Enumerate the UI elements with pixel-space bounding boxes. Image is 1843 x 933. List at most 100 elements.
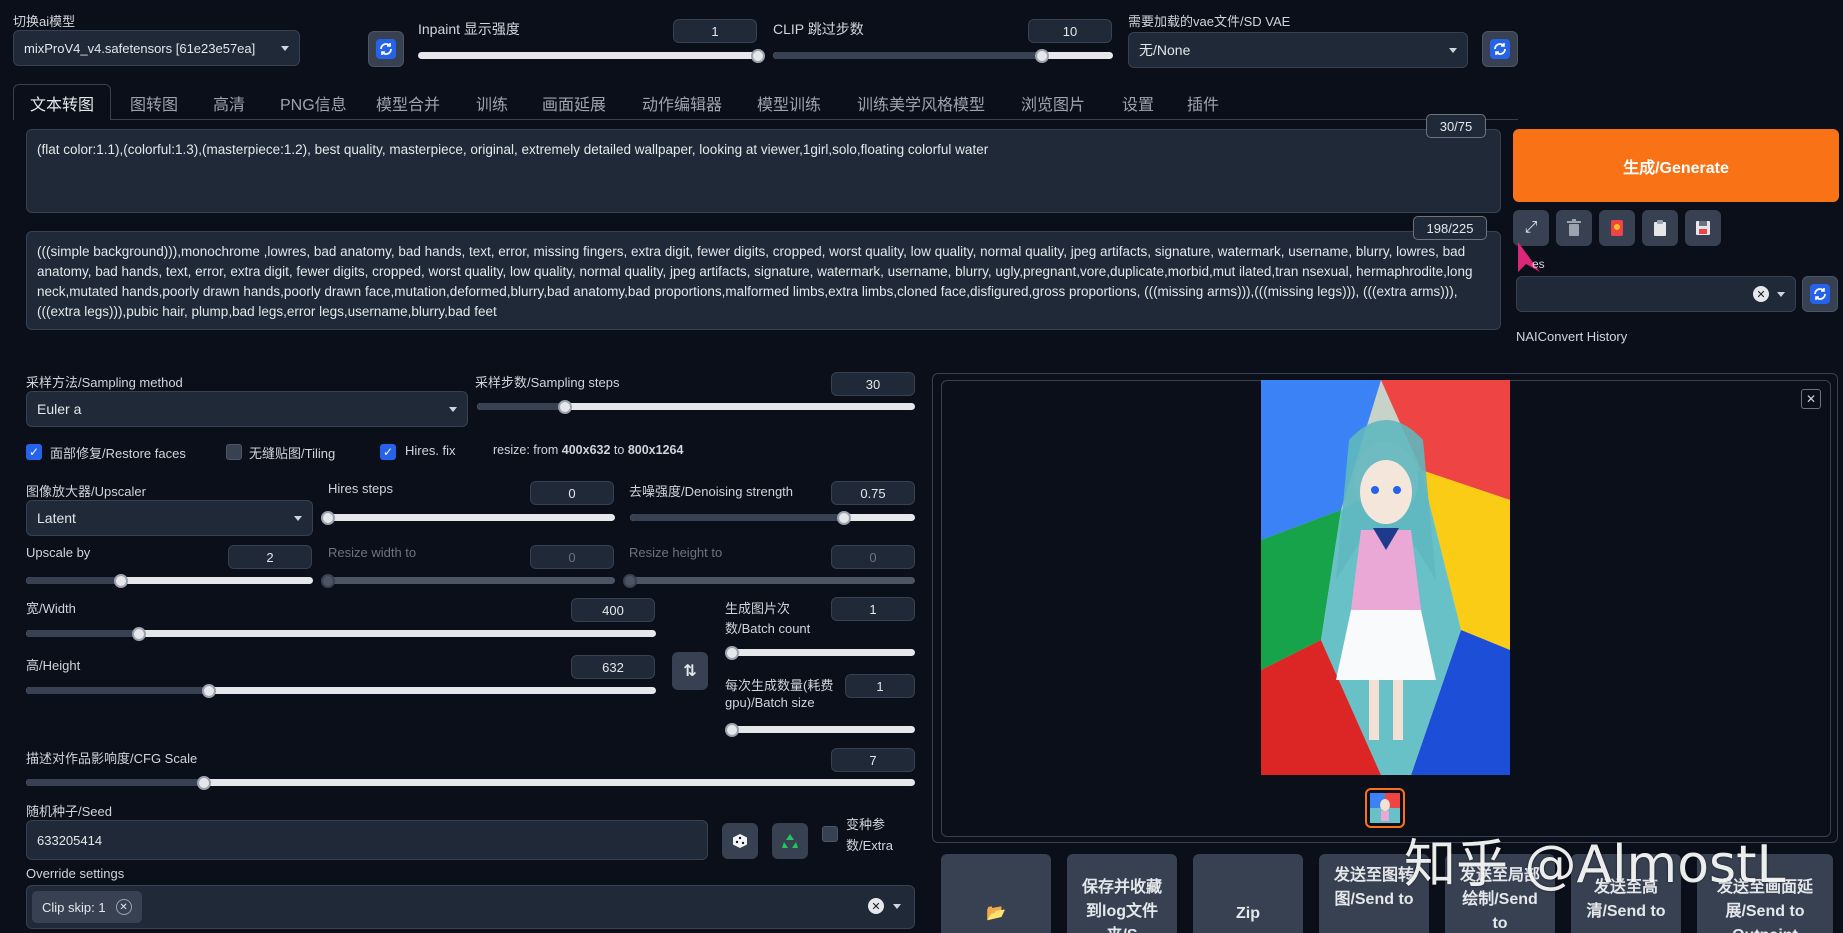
watermark: 知乎 @AlmostL — [1404, 835, 1786, 895]
hires-steps-value[interactable]: 0 — [530, 481, 614, 505]
inpaint-slider[interactable] — [418, 48, 765, 63]
tab-pose-editor[interactable]: 动作编辑器 — [642, 86, 722, 120]
tab-settings[interactable]: 设置 — [1122, 86, 1154, 120]
slider-knob[interactable] — [321, 573, 335, 588]
prompt-input[interactable]: (flat color:1.1),(colorful:1.3),(masterp… — [26, 129, 1501, 213]
slider-knob[interactable] — [196, 775, 211, 790]
slider-knob[interactable] — [132, 626, 147, 641]
restore-faces-checkbox[interactable]: ✓ — [26, 444, 42, 460]
batch-count-slider[interactable] — [725, 645, 915, 660]
extra-seed-checkbox[interactable] — [822, 826, 838, 842]
batch-size-label-2: gpu)/Batch size — [725, 695, 815, 710]
width-value[interactable]: 400 — [571, 598, 655, 622]
styles-select[interactable]: ✕ — [1516, 276, 1796, 312]
generated-image[interactable] — [1261, 380, 1510, 775]
height-slider[interactable] — [26, 683, 656, 698]
dice-icon — [733, 834, 747, 848]
slider-knob[interactable] — [113, 573, 128, 588]
upscaler-select[interactable]: Latent — [26, 500, 313, 536]
save-button[interactable]: 保存并收藏到log文件夹/S — [1067, 854, 1177, 933]
tab-extensions[interactable]: 插件 — [1187, 86, 1219, 120]
slider-knob[interactable] — [725, 645, 739, 660]
clear-prompt-button[interactable] — [1556, 210, 1592, 246]
refresh-model-button[interactable] — [368, 31, 404, 67]
slider-knob[interactable] — [321, 510, 335, 525]
open-folder-button[interactable]: 📂 — [941, 854, 1051, 933]
slider-knob[interactable] — [623, 573, 637, 588]
random-seed-button[interactable] — [722, 823, 758, 859]
cfg-scale-slider[interactable] — [26, 775, 915, 790]
override-settings-select[interactable] — [26, 885, 915, 929]
negative-prompt-input[interactable]: (((simple background))),monochrome ,lowr… — [26, 231, 1501, 330]
refresh-styles-button[interactable] — [1802, 276, 1838, 312]
slider-knob[interactable] — [1034, 48, 1049, 63]
tab-extras[interactable]: 高清 — [213, 86, 245, 120]
resize-width-label: Resize width to — [328, 545, 417, 560]
denoising-slider[interactable] — [630, 510, 915, 525]
tab-model-training[interactable]: 模型训练 — [757, 86, 821, 120]
clear-icon[interactable]: ✕ — [1753, 286, 1769, 302]
override-chip[interactable]: Clip skip: 1 ✕ — [32, 891, 142, 923]
model-select[interactable]: mixProV4_v4.safetensors [61e23e57ea] — [13, 30, 300, 66]
sampling-method-select[interactable]: Euler a — [26, 391, 468, 427]
upscale-by-slider[interactable] — [26, 573, 313, 588]
batch-count-value[interactable]: 1 — [831, 597, 915, 621]
tab-img2img[interactable]: 图转图 — [130, 86, 178, 120]
clear-override-icon[interactable]: ✕ — [868, 898, 884, 914]
tab-png-info[interactable]: PNG信息 — [280, 86, 347, 120]
tiling-checkbox[interactable] — [226, 444, 242, 460]
vae-select[interactable]: 无/None — [1128, 32, 1468, 68]
tab-outpaint[interactable]: 画面延展 — [542, 86, 606, 120]
tab-txt2img[interactable]: 文本转图 — [13, 84, 112, 120]
slider-knob[interactable] — [836, 510, 851, 525]
batch-size-value[interactable]: 1 — [845, 674, 915, 698]
slider-knob[interactable] — [751, 48, 765, 63]
cfg-scale-value[interactable]: 7 — [831, 748, 915, 772]
resize-height-value[interactable]: 0 — [831, 545, 915, 569]
tab-train[interactable]: 训练 — [476, 86, 508, 120]
clip-label: CLIP 跳过步数 — [773, 21, 864, 37]
save-icon — [1696, 221, 1710, 235]
slider-knob[interactable] — [201, 683, 216, 698]
upscale-by-value[interactable]: 2 — [228, 545, 312, 569]
slider-knob[interactable] — [725, 722, 739, 737]
tab-image-browser[interactable]: 浏览图片 — [1021, 86, 1085, 120]
extra-networks-button[interactable] — [1599, 210, 1635, 246]
inpaint-value[interactable]: 1 — [673, 19, 757, 43]
seed-label: 随机种子/Seed — [26, 804, 112, 819]
apply-style-button[interactable] — [1642, 210, 1678, 246]
chevron-down-icon — [294, 515, 302, 521]
height-value[interactable]: 632 — [571, 655, 655, 679]
tab-aesthetic-training[interactable]: 训练美学风格模型 — [857, 86, 985, 120]
remove-chip-icon[interactable]: ✕ — [115, 899, 132, 915]
reuse-seed-button[interactable] — [772, 823, 808, 859]
denoising-value[interactable]: 0.75 — [831, 481, 915, 505]
clip-value[interactable]: 10 — [1028, 19, 1112, 43]
width-slider[interactable] — [26, 626, 656, 641]
hires-fix-checkbox[interactable]: ✓ — [380, 444, 396, 460]
slider-knob[interactable] — [557, 399, 572, 414]
prompt-token-counter: 30/75 — [1426, 114, 1486, 138]
resize-height-slider[interactable] — [623, 573, 915, 588]
resize-width-value[interactable]: 0 — [530, 545, 614, 569]
zip-button[interactable]: Zip — [1193, 854, 1303, 933]
generate-button[interactable]: 生成/Generate — [1513, 129, 1839, 202]
save-style-button[interactable] — [1685, 210, 1721, 246]
vae-select-value: 无/None — [1139, 42, 1191, 58]
seed-input[interactable]: 633205414 — [26, 820, 708, 860]
thumbnail-image — [1370, 793, 1400, 823]
resize-width-slider[interactable] — [321, 573, 615, 588]
swap-dimensions-button[interactable]: ⇅ — [672, 652, 708, 690]
tab-checkpoint-merger[interactable]: 模型合并 — [376, 86, 440, 120]
hires-steps-slider[interactable] — [321, 510, 615, 525]
nai-convert-history[interactable]: NAIConvert History — [1516, 329, 1627, 344]
hires-fix-label: Hires. fix — [405, 443, 456, 458]
refresh-vae-button[interactable] — [1482, 31, 1518, 67]
clip-slider[interactable] — [773, 48, 1113, 63]
batch-size-slider[interactable] — [725, 722, 915, 737]
sampling-steps-value[interactable]: 30 — [831, 372, 915, 396]
gallery-thumbnail[interactable] — [1365, 788, 1405, 828]
read-params-button[interactable]: ⤢ — [1513, 210, 1549, 246]
close-gallery-icon[interactable]: ✕ — [1801, 389, 1821, 409]
sampling-steps-slider[interactable] — [477, 399, 915, 414]
